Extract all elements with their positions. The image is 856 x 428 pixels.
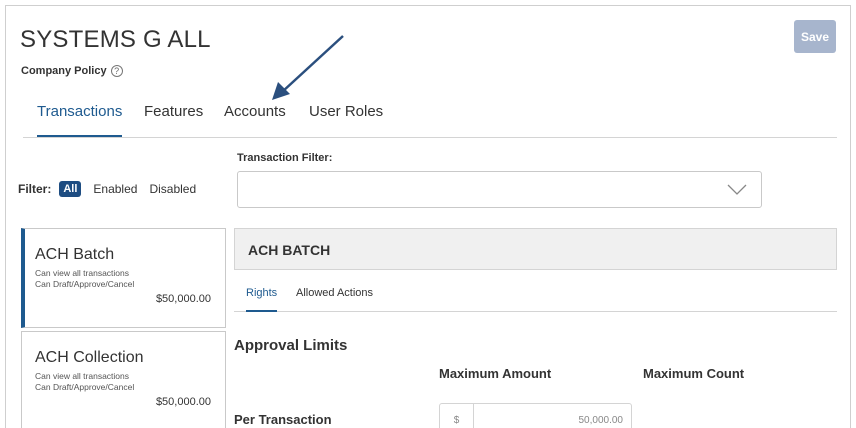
transaction-filter-label: Transaction Filter: — [237, 152, 333, 164]
subtitle-label: Company Policy — [21, 65, 107, 77]
save-button[interactable]: Save — [794, 20, 836, 53]
card-view-right: Can view all transactions — [35, 268, 130, 278]
subtab-allowed-actions[interactable]: Allowed Actions — [296, 287, 373, 312]
max-amount-input[interactable]: $ 50,000.00 — [439, 403, 632, 428]
subtab-rights[interactable]: Rights — [246, 287, 278, 312]
card-amount: $50,000.00 — [155, 293, 211, 305]
max-count-header: Maximum Count — [643, 366, 745, 381]
filter-all-button[interactable]: All — [59, 181, 82, 197]
card-title: ACH Collection — [35, 349, 144, 366]
annotation-arrow-icon — [272, 35, 344, 100]
filter-disabled-button[interactable]: Disabled — [149, 182, 196, 196]
tab-features[interactable]: Features — [144, 103, 203, 137]
filter-label: Filter: — [18, 182, 52, 196]
detail-header: ACH BATCH — [234, 228, 837, 270]
card-amount: $50,000.00 — [155, 396, 211, 408]
max-amount-value: 50,000.00 — [578, 415, 624, 426]
transaction-card-ach-batch[interactable]: ACH Batch Can view all transactions Can … — [21, 228, 226, 328]
card-title: ACH Batch — [35, 246, 115, 263]
tab-bar: Transactions Features Accounts User Role… — [23, 98, 837, 138]
status-filter: Filter: All Enabled Disabled — [18, 181, 208, 197]
tab-accounts[interactable]: Accounts — [224, 103, 286, 137]
main-panel: SYSTEMS G ALL Company Policy ? Save Tran… — [5, 5, 851, 428]
max-amount-header: Maximum Amount — [439, 366, 552, 381]
tab-user-roles[interactable]: User Roles — [309, 103, 383, 137]
transaction-card-ach-collection[interactable]: ACH Collection Can view all transactions… — [21, 331, 226, 428]
page-subtitle: Company Policy ? — [21, 65, 123, 77]
page-title: SYSTEMS G ALL — [20, 26, 211, 53]
card-action-right: Can Draft/Approve/Cancel — [35, 279, 135, 289]
transaction-filter-select[interactable] — [237, 171, 762, 208]
per-transaction-label: Per Transaction — [234, 412, 332, 427]
currency-prefix: $ — [440, 404, 474, 428]
detail-subtab-bar: Rights Allowed Actions — [234, 282, 837, 312]
help-icon[interactable]: ? — [110, 65, 123, 77]
card-view-right: Can view all transactions — [35, 371, 130, 381]
chevron-down-icon — [727, 184, 747, 195]
filter-enabled-button[interactable]: Enabled — [93, 182, 137, 196]
card-action-right: Can Draft/Approve/Cancel — [35, 382, 135, 392]
tab-transactions[interactable]: Transactions — [37, 103, 123, 137]
approval-limits-heading: Approval Limits — [234, 337, 348, 354]
